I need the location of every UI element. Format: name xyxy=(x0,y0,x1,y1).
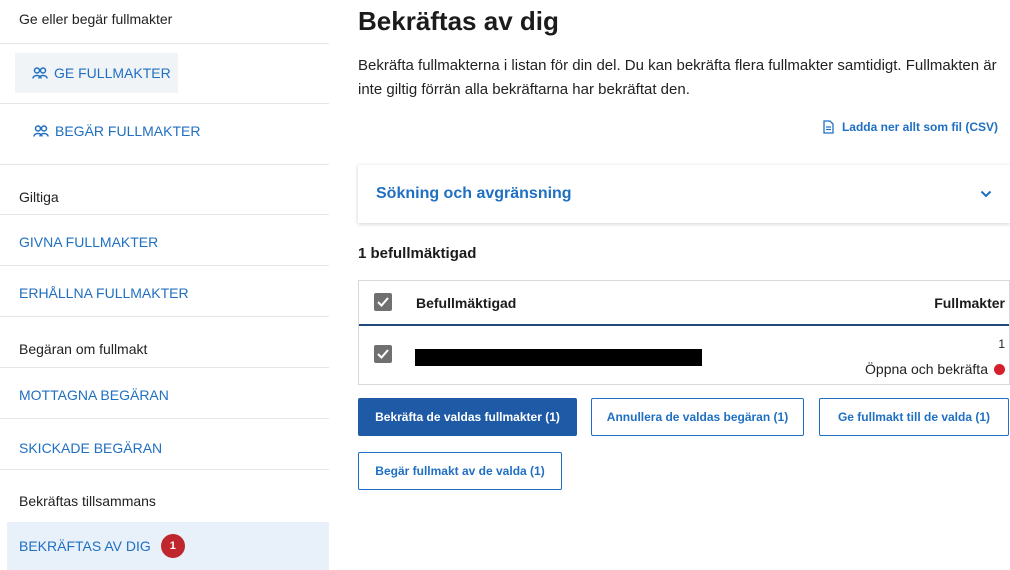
notification-badge: 1 xyxy=(160,534,185,558)
intro-text: Bekräfta fullmakterna i listan för din d… xyxy=(358,57,997,98)
divider xyxy=(0,103,329,104)
fullmakter-count: 1 xyxy=(998,337,1005,351)
page-title: Bekräftas av dig xyxy=(358,6,559,36)
ge-fullmakter-label: GE FULLMAKTER xyxy=(54,65,171,81)
download-csv-label: Ladda ner allt som fil (CSV) xyxy=(841,120,998,134)
download-csv-link[interactable]: Ladda ner allt som fil (CSV) xyxy=(823,120,998,134)
confirm-selected-button[interactable]: Bekräfta de valdas fullmakter (1) xyxy=(358,398,577,436)
people-icon xyxy=(33,125,49,137)
checkmark-icon xyxy=(377,349,389,359)
give-authorization-button[interactable]: Ge fullmakt till de valda (1) xyxy=(819,398,1009,436)
ge-fullmakter-button[interactable]: GE FULLMAKTER xyxy=(15,53,178,93)
request-authorization-button[interactable]: Begär fullmakt av de valda (1) xyxy=(358,452,562,490)
sidebar: Ge eller begär fullmakter GE FULLMAKTER … xyxy=(0,0,329,570)
section-heading-begaran: Begäran om fullmakt xyxy=(0,318,329,368)
people-icon xyxy=(32,67,48,79)
sidebar-item-skickade-begaran[interactable]: SKICKADE BEGÄRAN xyxy=(0,420,329,470)
sidebar-item-label: BEKRÄFTAS AV DIG xyxy=(19,538,151,554)
file-icon xyxy=(823,120,834,134)
open-and-confirm-label: Öppna och bekräfta xyxy=(865,361,988,377)
redacted-name xyxy=(415,349,702,366)
chevron-down-icon xyxy=(980,190,992,198)
begar-fullmakter-button[interactable]: BEGÄR FULLMAKTER xyxy=(33,123,200,139)
begar-fullmakter-label: BEGÄR FULLMAKTER xyxy=(55,123,201,139)
column-header-fullmakter: Fullmakter xyxy=(934,295,1005,311)
search-filter-accordion[interactable]: Sökning och avgränsning xyxy=(358,165,1010,223)
open-and-confirm-link[interactable]: Öppna och bekräfta xyxy=(865,361,1005,377)
sidebar-item-mottagna-begaran[interactable]: MOTTAGNA BEGÄRAN xyxy=(0,369,329,419)
accordion-label: Sökning och avgränsning xyxy=(376,185,572,202)
checkmark-icon xyxy=(377,297,389,307)
delegates-table: Befullmäktigad Fullmakter 1 Öppna och be… xyxy=(358,280,1010,385)
section-heading-ge: Ge eller begär fullmakter xyxy=(0,0,329,44)
section-heading-giltiga: Giltiga xyxy=(0,165,329,215)
status-dot-icon xyxy=(994,363,1005,375)
sidebar-item-erhallna-fullmakter[interactable]: ERHÅLLNA FULLMAKTER xyxy=(0,267,329,317)
select-all-checkbox[interactable] xyxy=(374,293,392,311)
sidebar-item-givna-fullmakter[interactable]: GIVNA FULLMAKTER xyxy=(0,216,329,266)
result-count: 1 befullmäktigad xyxy=(358,245,477,262)
cancel-selected-requests-button[interactable]: Annullera de valdas begäran (1) xyxy=(591,398,804,436)
row-checkbox[interactable] xyxy=(374,345,392,363)
column-header-befullmaktigad: Befullmäktigad xyxy=(416,295,517,311)
section-heading-bekraftas: Bekräftas tillsammans xyxy=(19,493,156,509)
table-header: Befullmäktigad Fullmakter xyxy=(359,281,1009,326)
sidebar-item-bekraftas-av-dig[interactable]: BEKRÄFTAS AV DIG 1 xyxy=(7,522,329,570)
